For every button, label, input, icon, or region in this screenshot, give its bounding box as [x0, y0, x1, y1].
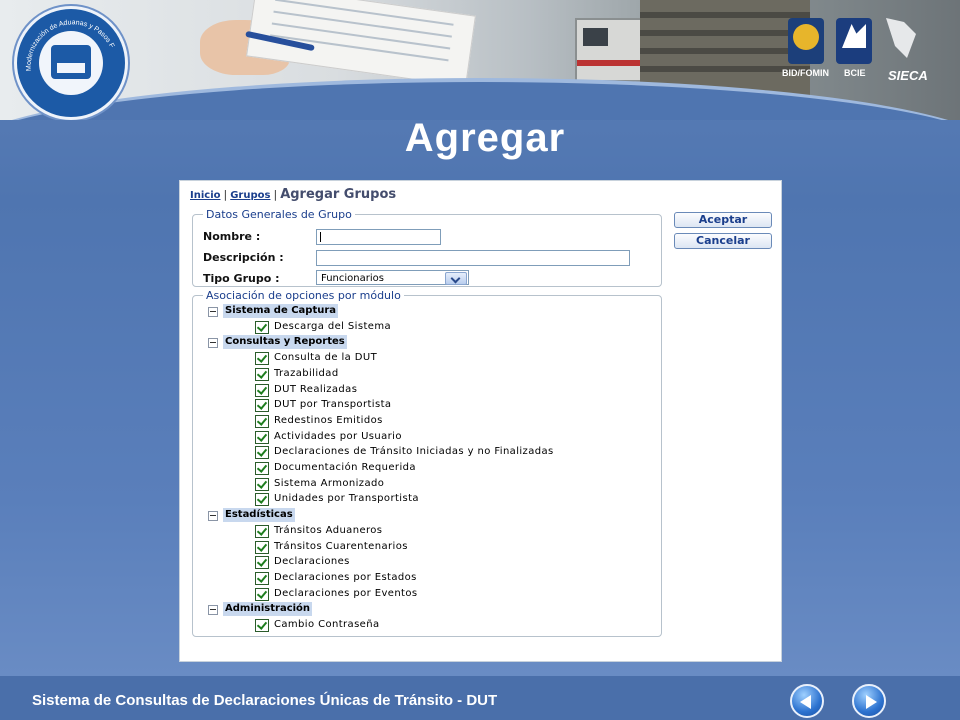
tree-group-label: Estadísticas — [223, 508, 295, 523]
option-checkbox[interactable] — [255, 556, 269, 570]
option-checkbox[interactable] — [255, 619, 269, 632]
option-label: Actividades por Usuario — [274, 430, 402, 442]
tree-group-label: Administración — [223, 602, 313, 617]
general-data-fieldset: Datos Generales de Grupo Nombre : Descri… — [192, 208, 662, 287]
description-input[interactable] — [316, 250, 630, 266]
program-logo: Modernización de Aduanas y Pasos Fronter… — [14, 6, 128, 120]
name-input[interactable] — [316, 229, 441, 245]
collapse-icon[interactable] — [208, 307, 218, 317]
accept-button[interactable]: Aceptar — [674, 212, 772, 228]
option-label: Documentación Requerida — [274, 462, 416, 473]
option-checkbox[interactable] — [255, 462, 269, 475]
group-type-select[interactable]: Funcionarios — [316, 270, 469, 285]
text-caret — [320, 232, 321, 242]
option-label: Tránsitos Aduaneros — [274, 524, 383, 536]
sponsor-label: BCIE — [844, 68, 866, 78]
bid-fomin-logo — [788, 18, 824, 64]
general-data-legend: Datos Generales de Grupo — [206, 208, 352, 221]
tree-group-label: Consultas y Reportes — [223, 335, 347, 350]
option-label: Consulta de la DUT — [274, 352, 378, 364]
arrow-left-icon — [800, 695, 811, 709]
option-checkbox[interactable] — [255, 383, 269, 397]
cancel-button[interactable]: Cancelar — [674, 233, 772, 249]
option-label: DUT por Transportista — [274, 399, 392, 411]
option-checkbox[interactable] — [255, 430, 269, 444]
header-banner: Modernización de Aduanas y Pasos Fronter… — [0, 0, 960, 120]
option-label: Declaraciones de Tránsito Iniciadas y no… — [274, 446, 554, 458]
footer-text: Sistema de Consultas de Declaraciones Ún… — [32, 692, 498, 709]
option-checkbox[interactable] — [255, 540, 269, 554]
previous-slide-button[interactable] — [790, 684, 824, 718]
collapse-icon[interactable] — [208, 605, 218, 616]
option-checkbox[interactable] — [255, 399, 269, 413]
option-label: Descarga del Sistema — [274, 320, 392, 332]
option-checkbox[interactable] — [255, 414, 269, 428]
option-label: Sistema Armonizado — [274, 477, 385, 489]
name-label: Nombre : — [203, 230, 261, 243]
sponsor-label: SIECA — [888, 68, 928, 83]
option-checkbox[interactable] — [255, 320, 269, 334]
option-checkbox[interactable] — [255, 524, 269, 538]
collapse-icon[interactable] — [208, 511, 218, 522]
next-slide-button[interactable] — [852, 684, 886, 718]
option-checkbox[interactable] — [255, 587, 269, 601]
option-label: Redestinos Emitidos — [274, 414, 383, 426]
option-checkbox[interactable] — [255, 446, 269, 460]
truck-image — [575, 18, 649, 82]
collapse-icon[interactable] — [208, 338, 218, 349]
bcie-logo — [836, 18, 872, 64]
sponsor-logos: BID/FOMIN BCIE SIECA — [778, 18, 948, 88]
logo-text: Modernización de Aduanas y Pasos Fronter… — [17, 9, 115, 71]
slide-title: Agregar — [404, 116, 566, 160]
option-label: Cambio Contraseña — [274, 619, 380, 630]
svg-text:Modernización de Aduanas y Pas: Modernización de Aduanas y Pasos Fronter… — [17, 9, 115, 71]
option-label: Declaraciones por Estados — [274, 571, 417, 583]
option-checkbox[interactable] — [255, 477, 269, 491]
description-label: Descripción : — [203, 251, 284, 264]
option-checkbox[interactable] — [255, 493, 269, 507]
arrow-right-icon — [866, 695, 877, 709]
sieca-logo — [886, 18, 934, 64]
tree-group-label: Sistema de Captura — [223, 304, 339, 318]
app-screenshot: Inicio | Grupos | Agregar Grupos Datos Gener… — [179, 180, 782, 662]
breadcrumb-separator: | — [273, 188, 278, 201]
group-type-value: Funcionarios — [321, 273, 384, 284]
option-label: Unidades por Transportista — [274, 493, 419, 505]
option-checkbox[interactable] — [255, 352, 269, 366]
option-label: Declaraciones por Eventos — [274, 587, 418, 599]
breadcrumb-separator: | — [223, 188, 228, 201]
option-label: Declaraciones — [274, 556, 350, 568]
sponsor-label: BID/FOMIN — [782, 68, 829, 78]
breadcrumb-groups-link[interactable]: Grupos — [230, 190, 270, 201]
option-label: Tránsitos Cuarentenarios — [274, 540, 408, 552]
chevron-down-icon[interactable] — [445, 272, 467, 285]
breadcrumb-home-link[interactable]: Inicio — [190, 190, 221, 201]
breadcrumb: Inicio | Grupos | Agregar Grupos — [190, 187, 396, 202]
option-label: DUT Realizadas — [274, 383, 358, 395]
option-checkbox[interactable] — [255, 571, 269, 585]
module-options-legend: Asociación de opciones por módulo — [206, 289, 401, 302]
option-label: Trazabilidad — [274, 367, 339, 379]
group-type-label: Tipo Grupo : — [203, 272, 280, 285]
option-checkbox[interactable] — [255, 367, 269, 381]
breadcrumb-current: Agregar Grupos — [280, 187, 397, 202]
